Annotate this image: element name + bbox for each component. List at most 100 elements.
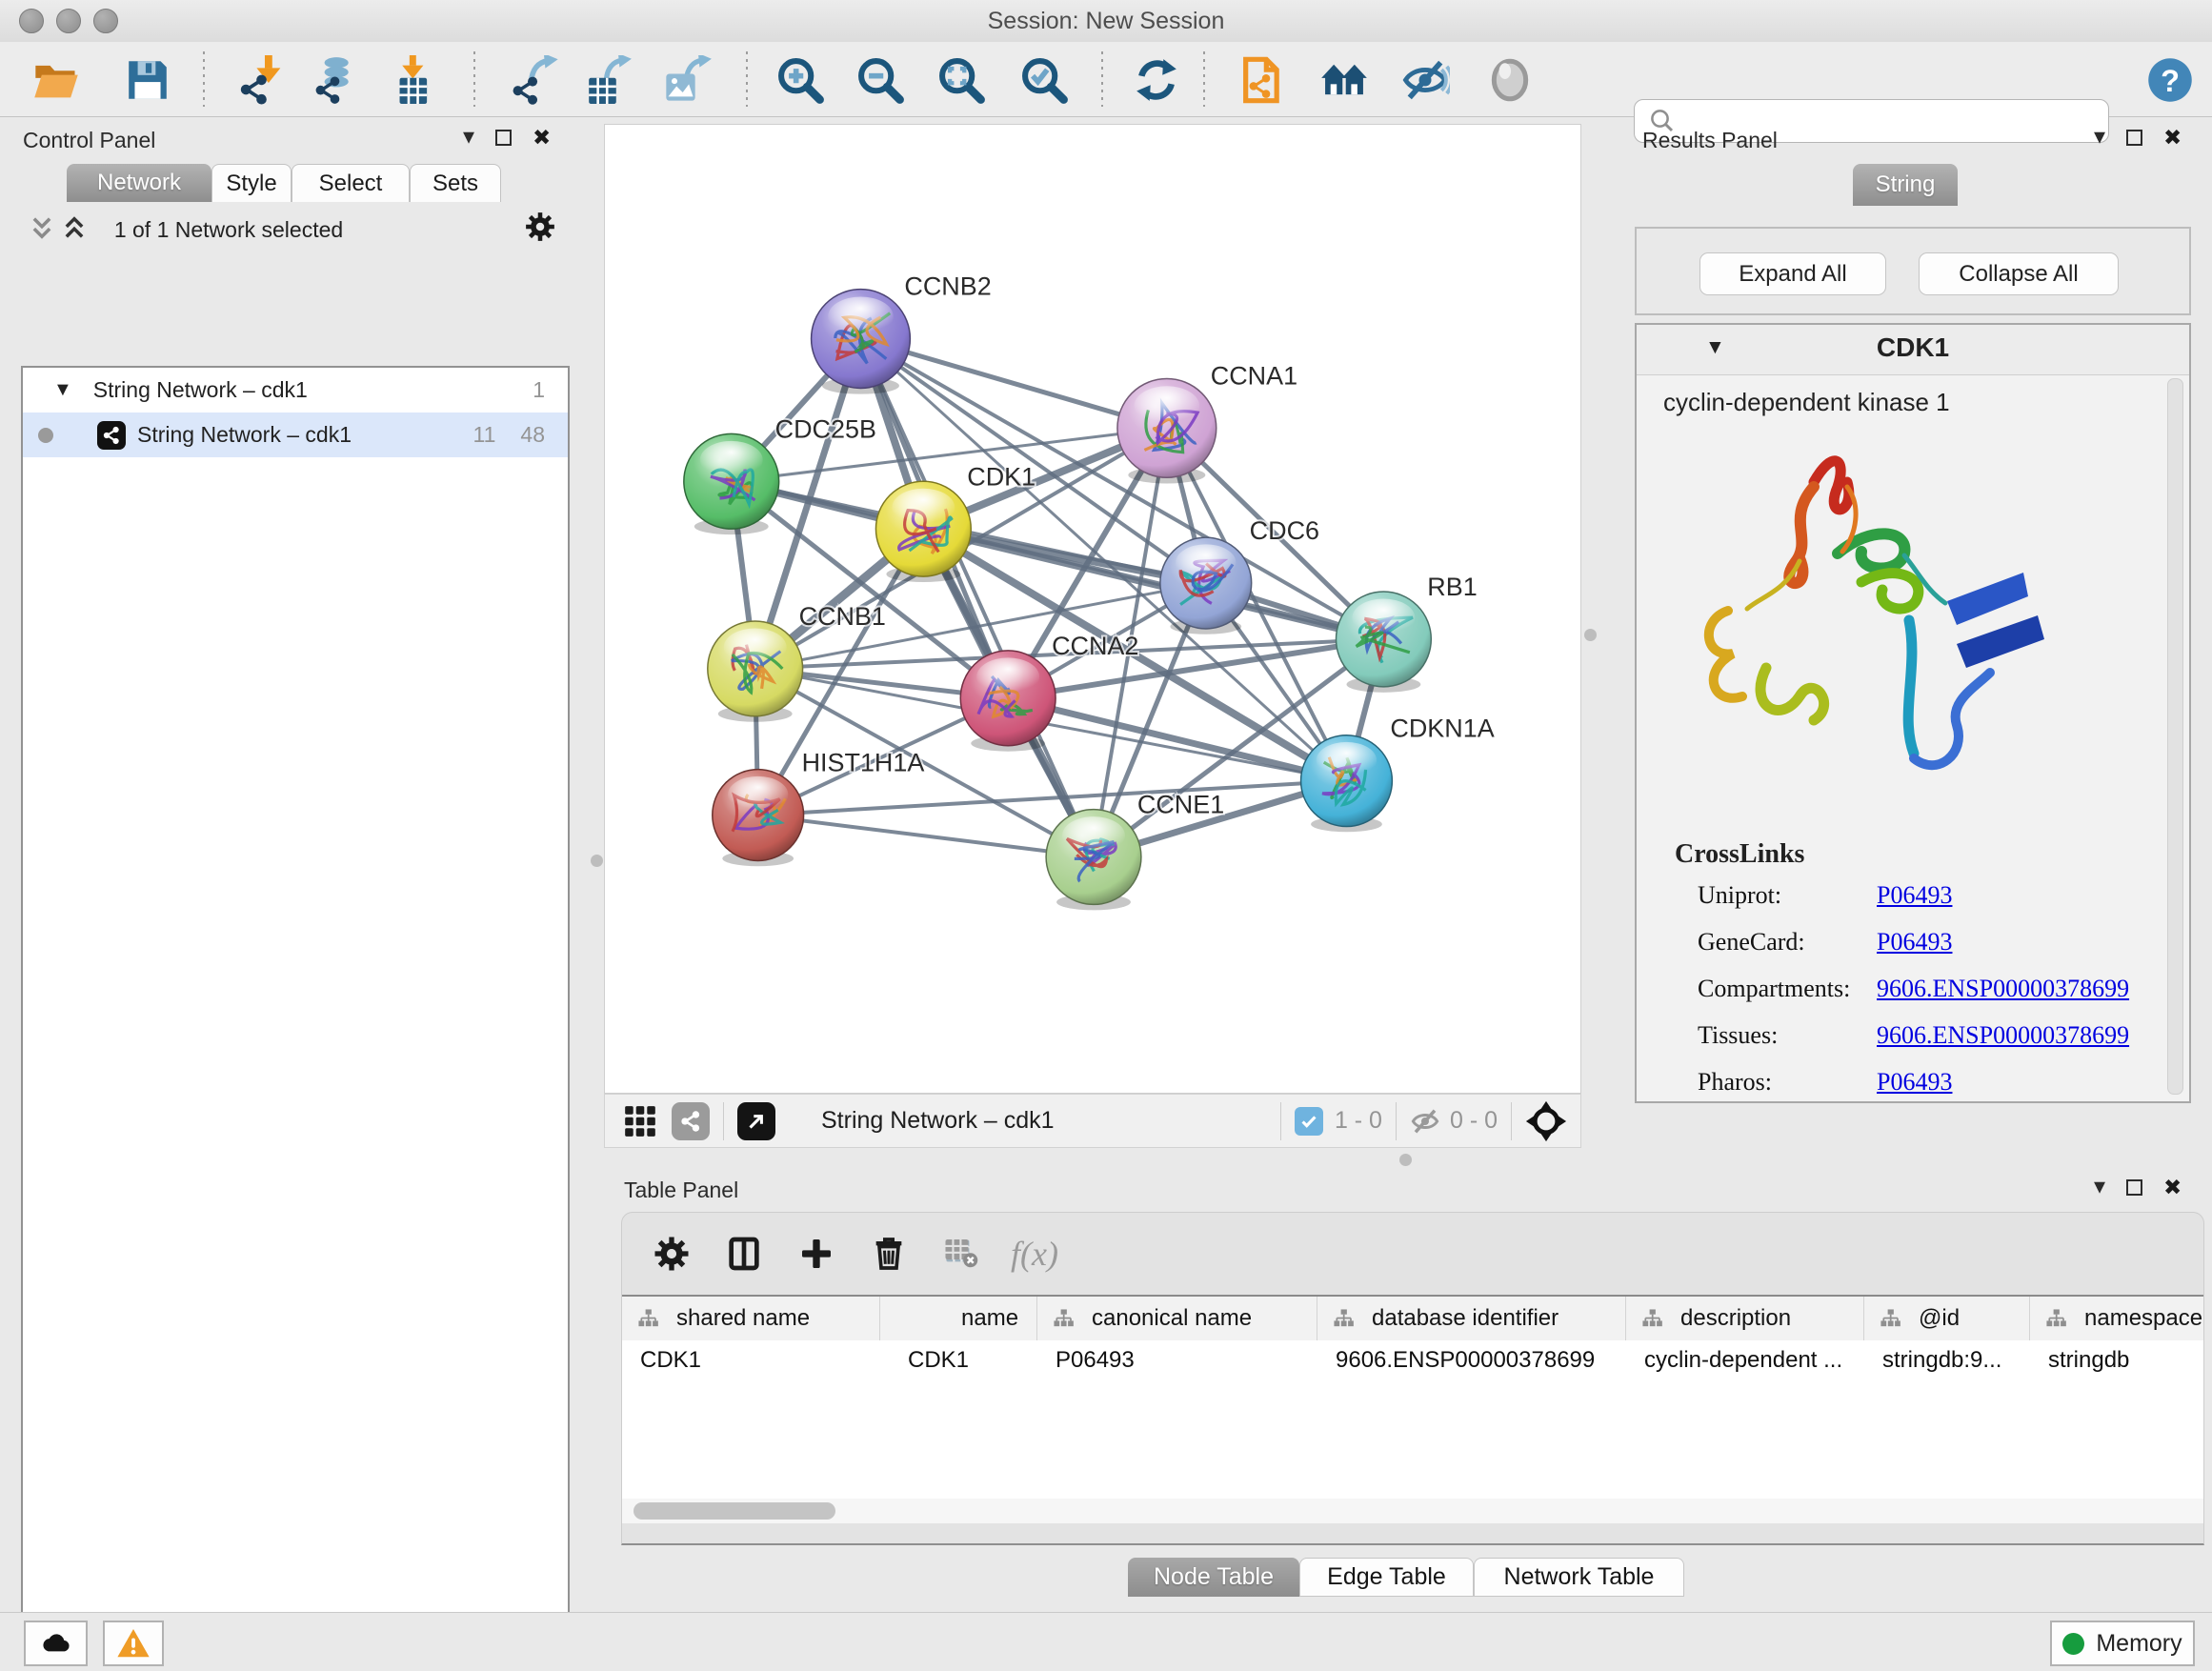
import-table-icon[interactable] [387, 53, 440, 107]
export-table-icon[interactable] [580, 53, 633, 107]
scrollbar-thumb[interactable] [633, 1502, 835, 1520]
crosslink-link[interactable]: P06493 [1877, 1068, 1952, 1096]
table-cell[interactable]: stringdb [2030, 1340, 2203, 1380]
hide-selected-icon[interactable] [1398, 53, 1452, 107]
results-panel-menu-icon[interactable]: ▾ [2094, 126, 2105, 149]
node-CCNA1[interactable] [1117, 378, 1217, 483]
column-header-name[interactable]: name [880, 1297, 1037, 1340]
node-CDC6[interactable] [1160, 537, 1252, 634]
network-panel-gear-icon[interactable] [524, 211, 556, 243]
table-cell[interactable]: cyclin-dependent ... [1626, 1340, 1864, 1380]
node-CCNB1[interactable] [708, 621, 803, 722]
node-label-CCNB1: CCNB1 [799, 602, 886, 631]
control-panel-float-icon[interactable] [495, 130, 512, 146]
column-label: description [1680, 1305, 1791, 1332]
column-header-canonical-name[interactable]: canonical name [1037, 1297, 1317, 1340]
table-cell[interactable]: CDK1 [622, 1340, 880, 1380]
return-home-icon[interactable] [1317, 53, 1371, 107]
crosslink-value: 9606.ENSP00000378699 [1877, 975, 2129, 1003]
selected-checkbox[interactable] [1295, 1107, 1323, 1136]
import-network-icon[interactable] [234, 53, 288, 107]
save-session-icon[interactable] [121, 53, 174, 107]
left-splitter-handle[interactable] [591, 855, 603, 867]
node-HIST1H1A[interactable] [713, 770, 804, 867]
results-scrollbar[interactable] [2167, 378, 2183, 1095]
table-cell[interactable]: P06493 [1037, 1340, 1317, 1380]
control-panel-menu-icon[interactable]: ▾ [463, 126, 474, 149]
table-gear-icon[interactable] [653, 1235, 691, 1273]
zoom-selected-icon[interactable] [1017, 53, 1071, 107]
zoom-out-icon[interactable] [854, 53, 907, 107]
node-CDKN1A[interactable] [1301, 735, 1393, 833]
expand-all-button[interactable]: Expand All [1699, 252, 1886, 295]
column-header-namespace[interactable]: namespace [2030, 1297, 2203, 1340]
tab-select[interactable]: Select [292, 164, 410, 202]
add-column-icon[interactable] [797, 1235, 835, 1273]
tab-sets[interactable]: Sets [410, 164, 501, 202]
table-cell[interactable]: CDK1 [880, 1340, 1037, 1380]
export-image-icon[interactable] [660, 53, 714, 107]
show-columns-icon[interactable] [725, 1235, 763, 1273]
string-network-graph[interactable]: CCNB2CCNA1CDC25BCDK1CDC6RB1CCNB1CCNA2CDK… [605, 125, 1580, 1093]
refresh-view-icon[interactable] [1130, 53, 1183, 107]
results-panel-close-icon[interactable]: ✖ [2163, 127, 2182, 149]
zoom-in-icon[interactable] [774, 53, 827, 107]
node-RB1[interactable] [1336, 592, 1431, 693]
crosslink-link[interactable]: P06493 [1877, 928, 1952, 956]
crosslink-link[interactable]: 9606.ENSP00000378699 [1877, 1021, 2129, 1049]
crosslink-link[interactable]: 9606.ENSP00000378699 [1877, 975, 2129, 1002]
network-collection-row[interactable]: ▼ String Network – cdk1 1 [23, 368, 568, 413]
function-builder-icon: f(x) [1011, 1234, 1058, 1274]
column-header-@id[interactable]: @id [1864, 1297, 2030, 1340]
column-header-database-identifier[interactable]: database identifier [1317, 1297, 1626, 1340]
horizontal-splitter-handle[interactable] [1399, 1154, 1412, 1166]
tab-edge-table[interactable]: Edge Table [1299, 1558, 1474, 1597]
collapse-all-button[interactable]: Collapse All [1919, 252, 2119, 295]
crosslink-label: Compartments: [1698, 975, 1877, 1003]
node-CCNE1[interactable] [1046, 810, 1141, 911]
annotation-mode-icon[interactable] [1236, 53, 1289, 107]
column-scope-icon [1053, 1308, 1075, 1330]
tab-network-table[interactable]: Network Table [1474, 1558, 1684, 1597]
tab-node-table[interactable]: Node Table [1128, 1558, 1299, 1597]
collection-collapse-icon[interactable]: ▼ [53, 379, 72, 401]
import-network-from-database-icon[interactable] [308, 53, 361, 107]
crosslink-link[interactable]: P06493 [1877, 881, 1952, 909]
zoom-fit-icon[interactable] [935, 53, 988, 107]
open-session-icon[interactable] [30, 53, 83, 107]
table-panel-close-icon[interactable]: ✖ [2163, 1177, 2182, 1198]
toolbar-separator [1101, 51, 1103, 107]
open-in-string-icon[interactable] [737, 1102, 775, 1140]
delete-column-icon[interactable] [870, 1235, 908, 1273]
table-panel-menu-icon[interactable]: ▾ [2094, 1176, 2105, 1198]
table-panel-float-icon[interactable] [2126, 1179, 2142, 1196]
control-panel-close-icon[interactable]: ✖ [533, 127, 551, 149]
table-cell[interactable]: stringdb:9... [1864, 1340, 2030, 1380]
network-canvas[interactable]: CCNB2CCNA1CDC25BCDK1CDC6RB1CCNB1CCNA2CDK… [604, 124, 1581, 1094]
node-table-widget: f(x) shared namenamecanonical namedataba… [621, 1212, 2204, 1545]
export-network-icon[interactable] [507, 53, 560, 107]
tab-style[interactable]: Style [211, 164, 292, 202]
edge-CCNB2-CCNE1[interactable] [860, 339, 1094, 857]
column-header-shared-name[interactable]: shared name [622, 1297, 880, 1340]
column-header-description[interactable]: description [1626, 1297, 1864, 1340]
table-toolbar: f(x) [622, 1213, 2203, 1295]
birds-eye-toggle-icon[interactable] [1525, 1100, 1567, 1142]
tab-string[interactable]: String [1853, 164, 1958, 206]
crosslink-label: GeneCard: [1698, 928, 1877, 956]
tab-network[interactable]: Network [67, 164, 211, 202]
help-icon[interactable]: ? [2143, 53, 2197, 107]
table-horizontal-scrollbar[interactable] [622, 1499, 2203, 1523]
node-CDC25B[interactable] [684, 433, 779, 534]
protein-card-header[interactable]: ▼ CDK1 [1637, 325, 2189, 375]
toggle-bird-eye-icon[interactable] [1483, 53, 1537, 107]
results-panel-float-icon[interactable] [2126, 130, 2142, 146]
table-cell[interactable]: 9606.ENSP00000378699 [1317, 1340, 1626, 1380]
edge-HIST1H1A-CCNE1[interactable] [758, 815, 1094, 857]
view-share-icon[interactable] [672, 1102, 710, 1140]
view-grid-icon[interactable] [622, 1103, 658, 1139]
network-row[interactable]: String Network – cdk1 11 48 [23, 413, 568, 457]
warning-button[interactable] [103, 1621, 164, 1666]
cloud-button[interactable] [24, 1621, 88, 1666]
memory-button[interactable]: Memory [2050, 1621, 2195, 1666]
